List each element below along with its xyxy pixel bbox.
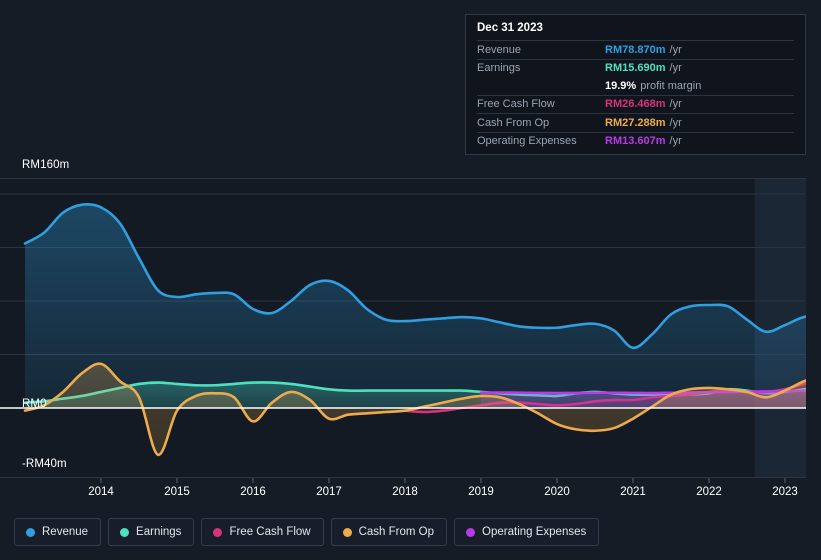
tooltip-row-value: RM15.690m bbox=[605, 62, 666, 75]
tooltip-date: Dec 31 2023 bbox=[477, 22, 543, 34]
tooltip-row-unit: /yr bbox=[669, 135, 682, 148]
x-axis-label-2016: 2016 bbox=[240, 486, 266, 498]
tooltip-row-value: RM27.288m bbox=[605, 116, 666, 129]
chart-legend[interactable]: Revenue Earnings Free Cash Flow Cash From O… bbox=[14, 518, 600, 546]
tooltip-row-unit: /yr bbox=[669, 62, 682, 75]
legend-color-dot-icon bbox=[120, 527, 130, 537]
tooltip-row-label: Cash From Op bbox=[477, 116, 550, 129]
tooltip-row-value: 19.9% bbox=[605, 79, 637, 92]
tooltip-row: Free Cash Flow RM26.468m/yr bbox=[477, 94, 794, 114]
x-axis-label-2021: 2021 bbox=[620, 486, 646, 498]
tooltip-row-value: RM78.870m bbox=[605, 43, 666, 56]
tooltip-row: Operating Expenses RM13.607m/yr bbox=[477, 131, 794, 151]
legend-item-free-cash-flow[interactable]: Free Cash Flow bbox=[201, 518, 324, 546]
x-axis-label-2020: 2020 bbox=[544, 486, 570, 498]
x-axis-label-2014: 2014 bbox=[88, 486, 114, 498]
legend-item-operating-expenses[interactable]: Operating Expenses bbox=[454, 518, 600, 546]
tooltip-row-label: Operating Expenses bbox=[477, 135, 577, 148]
x-axis-label-2022: 2022 bbox=[696, 486, 722, 498]
legend-item-label: Operating Expenses bbox=[482, 526, 587, 538]
tooltip-row-value: RM26.468m bbox=[605, 98, 666, 111]
tooltip-row-label: Earnings bbox=[477, 62, 521, 75]
legend-item-label: Earnings bbox=[136, 526, 182, 538]
tooltip-row: Earnings RM15.690m/yr bbox=[477, 58, 794, 78]
legend-color-dot-icon bbox=[213, 527, 223, 537]
tooltip-row-unit: /yr bbox=[669, 116, 682, 129]
legend-color-dot-icon bbox=[466, 527, 476, 537]
tooltip-row: Revenue RM78.870m/yr bbox=[477, 40, 794, 59]
tooltip-row-unit: /yr bbox=[669, 43, 682, 56]
tooltip-row: Cash From Op RM27.288m/yr bbox=[477, 113, 794, 132]
legend-item-label: Revenue bbox=[42, 526, 89, 538]
x-axis-label-2023: 2023 bbox=[772, 486, 798, 498]
legend-color-dot-icon bbox=[342, 527, 352, 537]
x-axis-label-2019: 2019 bbox=[468, 486, 494, 498]
tooltip-row-unit: profit margin bbox=[640, 79, 702, 92]
y-axis-label-zero: RM0 bbox=[22, 398, 47, 410]
tooltip-row-label: Revenue bbox=[477, 43, 522, 56]
tooltip-row-unit: /yr bbox=[669, 98, 682, 111]
tooltip-row-value: RM13.607m bbox=[605, 135, 666, 148]
y-axis-label-bottom: -RM40m bbox=[22, 458, 67, 470]
legend-item-cash-from-op[interactable]: Cash From Op bbox=[330, 518, 448, 546]
legend-item-earnings[interactable]: Earnings bbox=[108, 518, 195, 546]
legend-color-dot-icon bbox=[26, 527, 35, 537]
x-axis-label-2018: 2018 bbox=[392, 486, 418, 498]
x-axis-label-2015: 2015 bbox=[164, 486, 190, 498]
legend-item-label: Free Cash Flow bbox=[229, 526, 311, 538]
x-axis-label-2017: 2017 bbox=[316, 486, 342, 498]
legend-item-revenue[interactable]: Revenue bbox=[14, 518, 102, 546]
tooltip-rows: Revenue RM78.870m/yr Earnings RM15.690m/yr 1… bbox=[477, 40, 794, 150]
y-axis-label-top: RM160m bbox=[22, 159, 70, 171]
financial-chart: RM160m RM0 -RM40m 2014 2015 2016 2017 2018 20… bbox=[0, 0, 821, 560]
tooltip-row-label: Free Cash Flow bbox=[477, 98, 555, 111]
chart-tooltip: Dec 31 2023 Revenue RM78.870m/yr Earnings R… bbox=[465, 14, 806, 155]
tooltip-row: 19.9% profit margin bbox=[477, 77, 794, 95]
legend-item-label: Cash From Op bbox=[358, 526, 435, 538]
